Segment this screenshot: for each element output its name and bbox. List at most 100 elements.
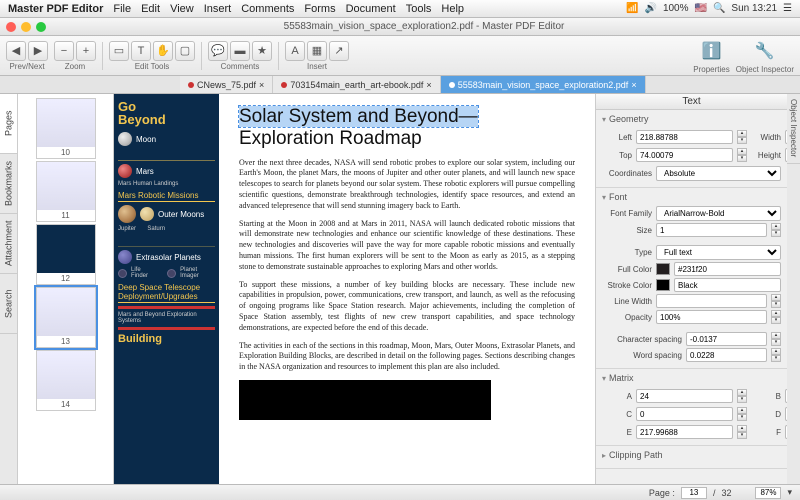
- paragraph-3[interactable]: To support these missions, a number of k…: [239, 280, 575, 334]
- stepper[interactable]: ▴▾: [737, 407, 747, 421]
- stepper[interactable]: ▴▾: [737, 130, 747, 144]
- clock[interactable]: Sun 13:21: [731, 3, 777, 14]
- page-sep: /: [713, 488, 716, 498]
- notification-icon[interactable]: ☰: [783, 3, 792, 14]
- full-color-input[interactable]: [674, 262, 781, 276]
- page-thumb-11[interactable]: 11: [36, 161, 96, 222]
- menu-tools[interactable]: Tools: [406, 3, 432, 15]
- menu-document[interactable]: Document: [346, 3, 396, 15]
- paragraph-4[interactable]: The activities in each of the sections i…: [239, 341, 575, 373]
- stepper[interactable]: ▴▾: [737, 425, 747, 439]
- coords-select[interactable]: Absolute: [656, 166, 781, 181]
- insert-link-button[interactable]: ↗: [329, 41, 349, 61]
- menu-forms[interactable]: Forms: [304, 3, 335, 15]
- menu-comments[interactable]: Comments: [241, 3, 294, 15]
- battery-status[interactable]: 100%: [663, 3, 689, 14]
- matrix-e-input[interactable]: [636, 425, 733, 439]
- stepper[interactable]: ▴▾: [771, 223, 781, 237]
- next-page-button[interactable]: ▶: [28, 41, 48, 61]
- zoom-out-button[interactable]: −: [54, 41, 74, 61]
- stepper[interactable]: ▴▾: [737, 148, 747, 162]
- font-family-select[interactable]: ArialNarrow-Bold: [656, 206, 781, 221]
- side-tab-pages[interactable]: Pages: [0, 94, 17, 154]
- side-tab-object-inspector[interactable]: Object Inspector: [787, 94, 800, 164]
- selected-text[interactable]: Solar System and Beyond—: [239, 106, 478, 127]
- geometry-header[interactable]: Geometry: [602, 114, 781, 124]
- side-tab-search[interactable]: Search: [0, 274, 17, 334]
- highlight-button[interactable]: ▬: [230, 41, 250, 61]
- menu-insert[interactable]: Insert: [204, 3, 232, 15]
- top-input[interactable]: [636, 148, 733, 162]
- close-icon[interactable]: [6, 22, 16, 32]
- volume-icon[interactable]: 🔊: [644, 3, 656, 14]
- word-spacing-input[interactable]: [686, 348, 767, 362]
- matrix-c-input[interactable]: [636, 407, 733, 421]
- spotlight-icon[interactable]: 🔍: [713, 3, 725, 14]
- hand-tool-button[interactable]: ✋: [153, 41, 173, 61]
- zoom-in-button[interactable]: +: [76, 41, 96, 61]
- flag-icon[interactable]: 🇺🇸: [695, 3, 707, 14]
- stepper[interactable]: ▴▾: [771, 310, 781, 324]
- doc-tab-3[interactable]: 55583main_vision_space_exploration2.pdf×: [441, 76, 646, 93]
- doc-tab-1[interactable]: CNews_75.pdf×: [180, 76, 273, 93]
- menu-view[interactable]: View: [170, 3, 194, 15]
- page-content[interactable]: Solar System and Beyond—Exploration Road…: [219, 94, 595, 484]
- page-thumb-14[interactable]: 14: [36, 350, 96, 411]
- clipping-header[interactable]: Clipping Path: [602, 450, 781, 460]
- page-thumb-13[interactable]: 13: [36, 287, 96, 348]
- stamp-button[interactable]: ★: [252, 41, 272, 61]
- font-header[interactable]: Font: [602, 192, 781, 202]
- close-tab-icon[interactable]: ×: [631, 80, 636, 90]
- prev-page-button[interactable]: ◀: [6, 41, 26, 61]
- zoom-dropdown-icon[interactable]: ▾: [787, 487, 792, 498]
- paragraph-2[interactable]: Starting at the Moon in 2008 and at Mars…: [239, 219, 575, 273]
- stroke-color-swatch[interactable]: [656, 279, 670, 291]
- font-size-input[interactable]: [656, 223, 767, 237]
- side-tab-bookmarks[interactable]: Bookmarks: [0, 154, 17, 214]
- paragraph-1[interactable]: Over the next three decades, NASA will s…: [239, 158, 575, 212]
- page-thumb-12[interactable]: 12: [36, 224, 96, 285]
- opacity-input[interactable]: [656, 310, 767, 324]
- dot-icon: [188, 82, 194, 88]
- stepper[interactable]: ▴▾: [771, 332, 781, 346]
- close-tab-icon[interactable]: ×: [259, 80, 264, 90]
- menu-help[interactable]: Help: [441, 3, 464, 15]
- page-current-input[interactable]: [681, 487, 707, 499]
- select-tool-button[interactable]: ▢: [175, 41, 195, 61]
- doc-tab-2[interactable]: 703154main_earth_art-ebook.pdf×: [273, 76, 440, 93]
- page-image[interactable]: [239, 380, 491, 420]
- nav-label: Prev/Next: [9, 62, 44, 71]
- tool-object-inspector[interactable]: 🔧 Object Inspector: [736, 38, 794, 74]
- char-spacing-input[interactable]: [686, 332, 767, 346]
- tool-properties[interactable]: ℹ️ Properties: [693, 38, 729, 74]
- minimize-icon[interactable]: [21, 22, 31, 32]
- full-color-swatch[interactable]: [656, 263, 670, 275]
- matrix-header[interactable]: Matrix: [602, 373, 781, 383]
- stepper[interactable]: ▴▾: [737, 389, 747, 403]
- stroke-color-input[interactable]: [674, 278, 781, 292]
- page-thumb-10[interactable]: 10: [36, 98, 96, 159]
- note-button[interactable]: 💬: [208, 41, 228, 61]
- side-tab-attachment[interactable]: Attachment: [0, 214, 17, 274]
- wifi-icon[interactable]: 📶: [626, 3, 638, 14]
- font-type-select[interactable]: Full text: [656, 245, 781, 260]
- mars-human-label: Mars Human Landings: [118, 181, 215, 187]
- menu-edit[interactable]: Edit: [141, 3, 160, 15]
- line-width-input[interactable]: [656, 294, 767, 308]
- pointer-tool-button[interactable]: ▭: [109, 41, 129, 61]
- close-tab-icon[interactable]: ×: [426, 80, 431, 90]
- insert-image-button[interactable]: ▦: [307, 41, 327, 61]
- menu-file[interactable]: File: [113, 3, 131, 15]
- app-name[interactable]: Master PDF Editor: [8, 3, 103, 15]
- stepper[interactable]: ▴▾: [771, 294, 781, 308]
- text-tool-button[interactable]: T: [131, 41, 151, 61]
- maximize-icon[interactable]: [36, 22, 46, 32]
- page-heading[interactable]: Solar System and Beyond—Exploration Road…: [239, 106, 575, 150]
- document-canvas[interactable]: GoBeyond Moon Mars Mars Human Landings M…: [114, 94, 595, 484]
- left-input[interactable]: [636, 130, 733, 144]
- document-tabs: CNews_75.pdf× 703154main_earth_art-ebook…: [0, 76, 800, 94]
- insert-text-button[interactable]: A: [285, 41, 305, 61]
- matrix-a-input[interactable]: [636, 389, 733, 403]
- zoom-input[interactable]: [755, 487, 781, 499]
- stepper[interactable]: ▴▾: [771, 348, 781, 362]
